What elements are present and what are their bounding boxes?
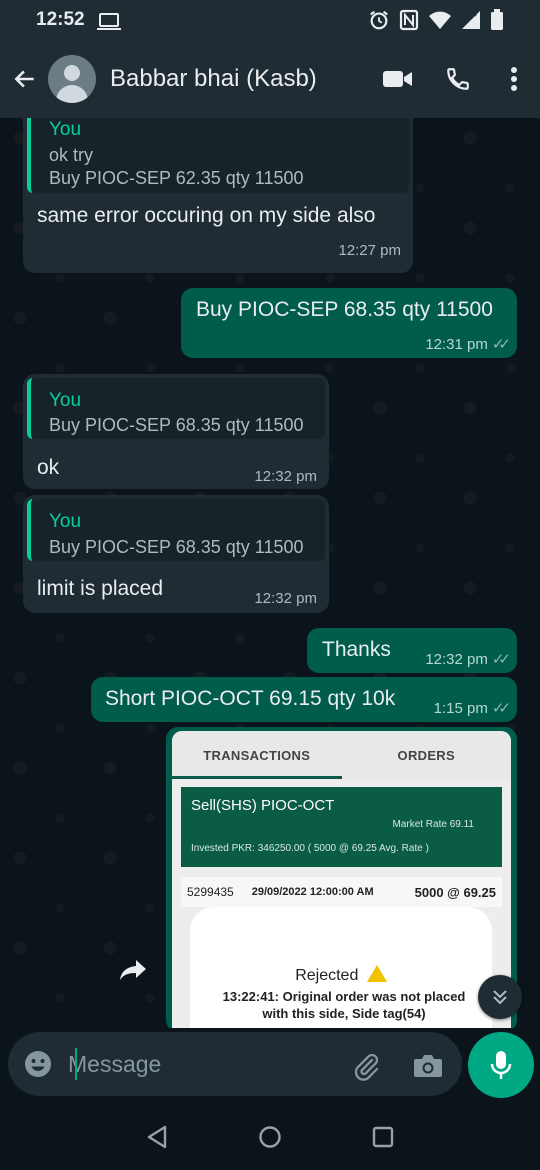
back-arrow-icon: [14, 70, 34, 88]
message-input[interactable]: [68, 1044, 338, 1084]
scroll-to-bottom-button[interactable]: [478, 975, 522, 1019]
message-list[interactable]: You ok try Buy PIOC-SEP 62.35 qty 11500 …: [0, 118, 540, 1028]
laptop-icon: [96, 13, 121, 30]
camera-icon: [414, 1055, 442, 1077]
paperclip-icon: [354, 1053, 379, 1081]
order-summary: Sell(SHS) PIOC-OCT Market Rate 69.11 Inv…: [181, 787, 502, 867]
video-call-button[interactable]: [368, 40, 428, 118]
message-time: 12:27 pm: [338, 242, 401, 259]
screenshot-image: TRANSACTIONS ORDERS Sell(SHS) PIOC-OCT M…: [172, 731, 511, 1028]
battery-icon: [491, 9, 503, 30]
nav-home-icon[interactable]: [258, 1125, 282, 1149]
message-bubble[interactable]: Thanks 12:32 pm ✓✓: [307, 628, 517, 673]
quote-text: Buy PIOC-SEP 68.35 qty 11500: [49, 537, 304, 557]
more-options-button[interactable]: [488, 40, 540, 118]
rejected-message: 13:22:41: Original order was not placed …: [222, 989, 466, 1021]
back-button[interactable]: [2, 40, 48, 118]
read-receipt-icon: ✓✓: [491, 700, 511, 717]
nav-back-icon[interactable]: [146, 1125, 168, 1149]
quoted-message[interactable]: You ok try Buy PIOC-SEP 62.35 qty 11500: [27, 118, 409, 193]
quoted-message[interactable]: You Buy PIOC-SEP 68.35 qty 11500: [27, 499, 325, 561]
text-cursor: [75, 1048, 77, 1080]
quoted-message[interactable]: You Buy PIOC-SEP 68.35 qty 11500: [27, 378, 325, 439]
signal-icon: [462, 11, 480, 29]
chat-header: Babbar bhai (Kasb): [0, 40, 540, 118]
message-bubble[interactable]: Short PIOC-OCT 69.15 qty 10k 1:15 pm ✓✓: [91, 677, 517, 722]
system-navigation-bar: [0, 1104, 540, 1170]
double-chevron-down-icon: [493, 990, 507, 1005]
rejected-dialog: Rejected 13:22:41: Original order was no…: [190, 907, 492, 1028]
alarm-icon: [370, 10, 388, 30]
status-bar: 12:52: [0, 0, 540, 40]
invested-amount: Invested PKR: 346250.00 ( 5000 @ 69.25 A…: [191, 843, 429, 854]
nfc-icon: [399, 9, 419, 31]
message-time: 1:15 pm ✓✓: [433, 699, 511, 718]
message-text: Thanks: [322, 638, 391, 661]
read-receipt-icon: ✓✓: [491, 336, 511, 353]
message-bubble[interactable]: You ok try Buy PIOC-SEP 62.35 qty 11500 …: [23, 118, 413, 273]
avatar[interactable]: [48, 55, 96, 103]
status-time: 12:52: [36, 9, 85, 30]
message-input-container[interactable]: [8, 1032, 462, 1096]
voice-call-button[interactable]: [428, 40, 488, 118]
image-tab-transactions: TRANSACTIONS: [203, 747, 311, 763]
status-icons: [368, 9, 504, 31]
nav-recents-icon[interactable]: [372, 1126, 394, 1148]
message-text: Short PIOC-OCT 69.15 qty 10k: [105, 687, 396, 710]
quote-author: You: [49, 511, 82, 532]
more-vertical-icon: [511, 67, 517, 91]
image-message[interactable]: TRANSACTIONS ORDERS Sell(SHS) PIOC-OCT M…: [166, 727, 517, 1028]
message-bubble[interactable]: You Buy PIOC-SEP 68.35 qty 11500 limit i…: [23, 495, 329, 613]
message-time: 12:32 pm: [254, 590, 317, 607]
message-bubble[interactable]: You Buy PIOC-SEP 68.35 qty 11500 ok 12:3…: [23, 374, 329, 489]
quote-author: You: [49, 119, 82, 140]
emoji-button[interactable]: [22, 1048, 54, 1080]
wifi-icon: [429, 11, 451, 29]
transaction-date: 29/09/2022 12:00:00 AM: [251, 886, 374, 898]
message-bubble[interactable]: Buy PIOC-SEP 68.35 qty 11500 12:31 pm ✓✓: [181, 288, 517, 358]
contact-name[interactable]: Babbar bhai (Kasb): [110, 65, 368, 93]
forward-icon: [120, 960, 146, 980]
emoji-icon: [25, 1051, 51, 1077]
message-time: 12:32 pm ✓✓: [425, 650, 511, 669]
transaction-id: 5299435: [187, 885, 234, 899]
rejected-title: Rejected: [190, 965, 492, 985]
read-receipt-icon: ✓✓: [491, 651, 511, 668]
quote-text: Buy PIOC-SEP 68.35 qty 11500: [49, 415, 304, 435]
transaction-qty: 5000 @ 69.25: [414, 884, 496, 900]
message-text: ok: [37, 456, 60, 479]
market-rate: Market Rate 69.11: [392, 819, 474, 830]
warning-icon: [366, 965, 387, 982]
video-camera-icon: [383, 71, 412, 87]
phone-icon: [447, 68, 469, 90]
quote-text: ok try: [49, 145, 94, 165]
image-tabs: TRANSACTIONS ORDERS: [172, 731, 511, 779]
attach-button[interactable]: [348, 1048, 384, 1084]
image-tab-orders: ORDERS: [397, 747, 455, 763]
voice-message-button[interactable]: [468, 1032, 534, 1098]
message-text: same error occuring on my side also: [37, 204, 376, 227]
microphone-icon: [490, 1051, 512, 1079]
transaction-row: 5299435 29/09/2022 12:00:00 AM 5000 @ 69…: [181, 877, 502, 907]
message-time: 12:32 pm: [254, 468, 317, 485]
camera-button[interactable]: [410, 1048, 446, 1084]
forward-button[interactable]: [115, 952, 151, 988]
message-time: 12:31 pm ✓✓: [425, 335, 511, 354]
message-text: Buy PIOC-SEP 68.35 qty 11500: [196, 298, 493, 321]
quote-author: You: [49, 390, 82, 411]
message-text: limit is placed: [37, 577, 164, 600]
composer: [0, 1028, 540, 1104]
order-title: Sell(SHS) PIOC-OCT: [191, 797, 335, 814]
quote-text: Buy PIOC-SEP 62.35 qty 11500: [49, 168, 304, 188]
